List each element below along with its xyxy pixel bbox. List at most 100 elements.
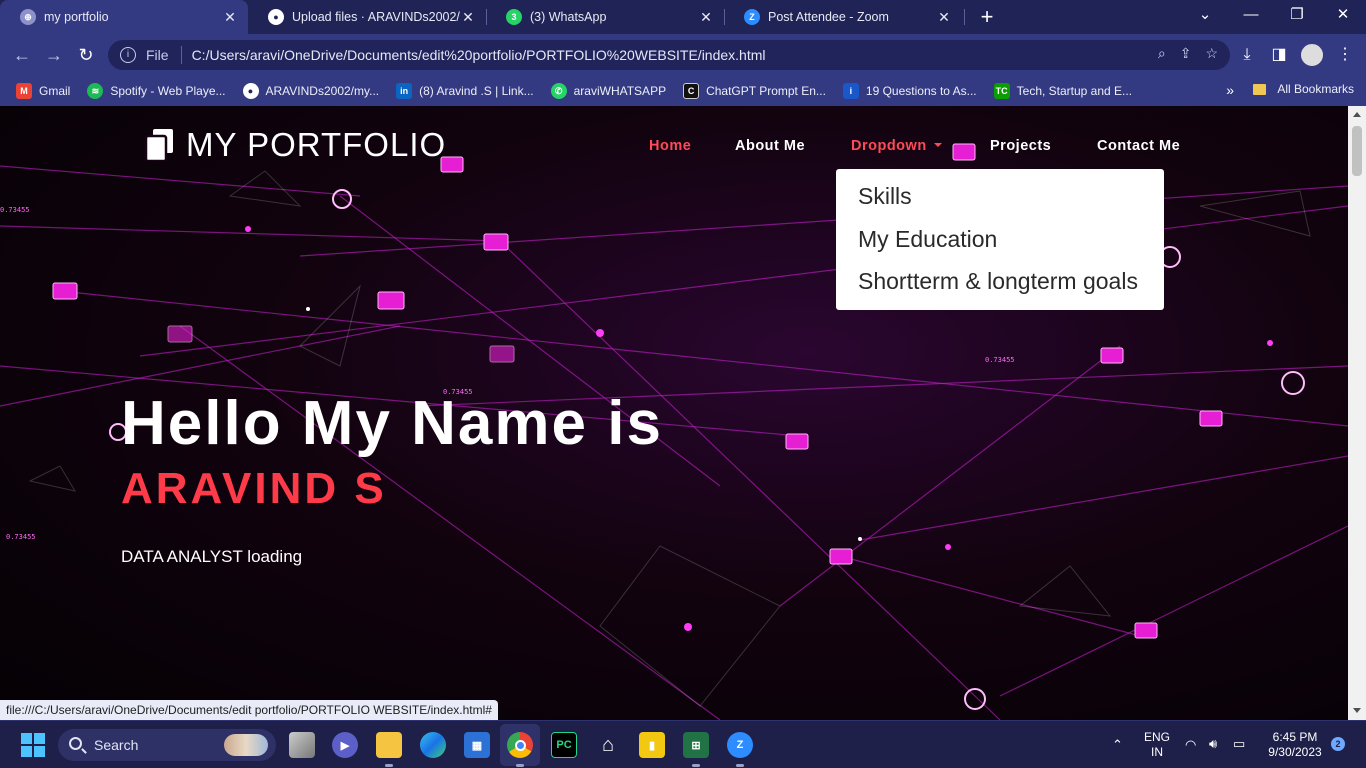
region-code: IN bbox=[1151, 745, 1163, 759]
bookmark-techcrunch[interactable]: TC Tech, Startup and E... bbox=[993, 83, 1132, 99]
bookmark-icon: i bbox=[842, 83, 859, 99]
zoom-icon[interactable]: Z bbox=[727, 732, 753, 767]
browser-toolbar: ← → ↻ i File C:/Users/aravi/OneDrive/Doc… bbox=[0, 34, 1366, 76]
nav-about-me[interactable]: About Me bbox=[735, 138, 805, 154]
dropdown-menu: Skills My Education Shortterm & longterm… bbox=[836, 169, 1164, 310]
nav-home[interactable]: Home bbox=[649, 138, 691, 154]
background-number: 0.73455 bbox=[985, 356, 1015, 364]
globe-icon: ⊕ bbox=[20, 9, 36, 25]
paint-brush-icon[interactable]: ⌂ bbox=[595, 732, 621, 758]
bookmark-label: araviWHATSAPP bbox=[573, 84, 667, 98]
volume-icon[interactable]: 🔊︎ bbox=[1209, 736, 1217, 751]
close-tab-icon[interactable]: ✕ bbox=[222, 9, 238, 26]
tab-title: my portfolio bbox=[44, 10, 109, 24]
gmail-icon: M bbox=[16, 83, 32, 99]
caret-down-icon bbox=[933, 143, 942, 147]
nav-projects[interactable]: Projects bbox=[990, 138, 1051, 154]
nav-dropdown[interactable]: Dropdown bbox=[851, 138, 942, 154]
bookmark-chatgpt-prompt[interactable]: C ChatGPT Prompt En... bbox=[683, 83, 826, 99]
hero-subtitle: DATA ANALYST loading bbox=[121, 547, 303, 566]
tab-whatsapp[interactable]: 3 (3) WhatsApp ✕ bbox=[486, 0, 724, 34]
tab-search-icon[interactable]: ⌄ bbox=[1182, 0, 1228, 30]
address-divider bbox=[180, 46, 182, 64]
tab-my-portfolio[interactable]: ⊕ my portfolio ✕ bbox=[0, 0, 248, 34]
link-status-bar: file:///C:/Users/aravi/OneDrive/Document… bbox=[0, 700, 498, 720]
bookmark-github[interactable]: ● ARAVINDs2002/my... bbox=[242, 83, 379, 99]
download-icon[interactable]: ⤓ bbox=[1234, 42, 1260, 68]
bookmark-label: Gmail bbox=[39, 84, 71, 98]
share-icon[interactable]: ⇪ bbox=[1180, 45, 1192, 62]
nav-contact-me[interactable]: Contact Me bbox=[1097, 138, 1180, 154]
all-bookmarks-button[interactable]: All Bookmarks bbox=[1253, 82, 1354, 96]
chrome-icon[interactable] bbox=[507, 732, 533, 767]
close-tab-icon[interactable]: ✕ bbox=[936, 9, 952, 26]
scroll-down-icon[interactable] bbox=[1353, 708, 1361, 713]
back-button[interactable]: ← bbox=[9, 42, 35, 68]
bookmark-gmail[interactable]: M Gmail bbox=[16, 83, 70, 99]
tab-title: Post Attendee - Zoom bbox=[768, 10, 889, 24]
url-text[interactable]: C:/Users/aravi/OneDrive/Documents/edit%2… bbox=[192, 47, 766, 63]
tab-separator bbox=[964, 9, 965, 25]
windows-start-icon[interactable] bbox=[20, 732, 46, 758]
taskbar-search[interactable]: Search bbox=[58, 729, 276, 761]
page-scrollbar[interactable] bbox=[1348, 106, 1366, 720]
bookmark-star-icon[interactable]: ☆ bbox=[1205, 45, 1218, 62]
wifi-icon[interactable]: ◠ bbox=[1185, 737, 1196, 752]
bookmark-label: ChatGPT Prompt En... bbox=[706, 84, 826, 98]
linkedin-icon: in bbox=[396, 83, 413, 99]
bookmarks-bar: M Gmail ≋ Spotify - Web Playe... ● ARAVI… bbox=[0, 76, 1366, 106]
teams-chat-icon[interactable]: ▶ bbox=[332, 732, 358, 758]
background-number: 0.73455 bbox=[0, 206, 30, 214]
power-bi-icon[interactable]: ▮ bbox=[639, 732, 665, 758]
clock[interactable]: 6:45 PM 9/30/2023 bbox=[1262, 730, 1328, 760]
bookmark-spotify[interactable]: ≋ Spotify - Web Playe... bbox=[87, 83, 226, 99]
nav-dropdown-label: Dropdown bbox=[851, 138, 927, 154]
notification-badge[interactable]: 2 bbox=[1331, 737, 1345, 751]
close-tab-icon[interactable]: ✕ bbox=[460, 9, 476, 26]
scrollbar-thumb[interactable] bbox=[1352, 126, 1362, 176]
file-explorer-icon[interactable] bbox=[376, 732, 402, 767]
pycharm-icon[interactable]: PC bbox=[551, 732, 577, 758]
scheme-label: File bbox=[146, 47, 169, 63]
bookmark-label: (8) Aravind .S | Link... bbox=[419, 84, 534, 98]
microsoft-store-icon[interactable]: ▦ bbox=[464, 732, 490, 758]
close-tab-icon[interactable]: ✕ bbox=[698, 9, 714, 26]
close-window-button[interactable]: ✕ bbox=[1320, 0, 1366, 30]
windows-taskbar: Search ▶ ▦ PC ⌂ ▮ ⊞ Z ⌃ ENG IN ◠ 🔊︎ ▭ 6:… bbox=[0, 720, 1366, 768]
profile-avatar[interactable] bbox=[1299, 42, 1325, 68]
folder-icon bbox=[1253, 83, 1267, 95]
bookmark-whatsapp[interactable]: ✆ araviWHATSAPP bbox=[550, 83, 667, 99]
address-actions: ⌕ ⇪ ☆ bbox=[1158, 45, 1218, 62]
dropdown-item-skills[interactable]: Skills bbox=[836, 181, 1164, 224]
tab-zoom[interactable]: Z Post Attendee - Zoom ✕ bbox=[724, 0, 962, 34]
bookmark-linkedin[interactable]: in (8) Aravind .S | Link... bbox=[396, 83, 534, 99]
edge-icon[interactable] bbox=[420, 732, 446, 758]
dropdown-item-education[interactable]: My Education bbox=[836, 224, 1164, 267]
new-tab-button[interactable]: + bbox=[976, 4, 998, 30]
restore-button[interactable]: ❐ bbox=[1274, 0, 1320, 30]
background-number: 0.73455 bbox=[6, 533, 36, 541]
battery-icon[interactable]: ▭ bbox=[1233, 736, 1245, 751]
dropdown-item-goals[interactable]: Shortterm & longterm goals bbox=[836, 266, 1164, 309]
zoom-icon[interactable]: ⌕ bbox=[1158, 45, 1166, 62]
clock-date: 9/30/2023 bbox=[1268, 745, 1322, 759]
more-bookmarks-icon[interactable]: » bbox=[1226, 82, 1234, 98]
tab-github-upload[interactable]: ● Upload files · ARAVINDs2002/M ✕ bbox=[248, 0, 486, 34]
github-icon: ● bbox=[268, 9, 284, 25]
address-bar[interactable]: i File C:/Users/aravi/OneDrive/Documents… bbox=[108, 40, 1230, 70]
clock-time: 6:45 PM bbox=[1272, 730, 1318, 744]
side-panel-icon[interactable]: ◨ bbox=[1266, 42, 1292, 68]
reload-button[interactable]: ↻ bbox=[73, 42, 99, 68]
spreadsheet-icon[interactable]: ⊞ bbox=[683, 732, 709, 767]
menu-kebab-icon[interactable]: ⋮ bbox=[1332, 42, 1358, 68]
task-view-icon[interactable] bbox=[289, 732, 315, 758]
site-brand[interactable]: MY PORTFOLIO bbox=[144, 126, 446, 164]
tray-overflow-icon[interactable]: ⌃ bbox=[1112, 737, 1123, 752]
search-placeholder: Search bbox=[94, 737, 139, 753]
language-indicator[interactable]: ENG IN bbox=[1142, 730, 1172, 760]
minimize-button[interactable]: — bbox=[1228, 0, 1274, 30]
site-info-icon[interactable]: i bbox=[120, 47, 136, 63]
forward-button[interactable]: → bbox=[41, 42, 67, 68]
bookmark-19-questions[interactable]: i 19 Questions to As... bbox=[842, 83, 977, 99]
scroll-up-icon[interactable] bbox=[1353, 112, 1361, 117]
